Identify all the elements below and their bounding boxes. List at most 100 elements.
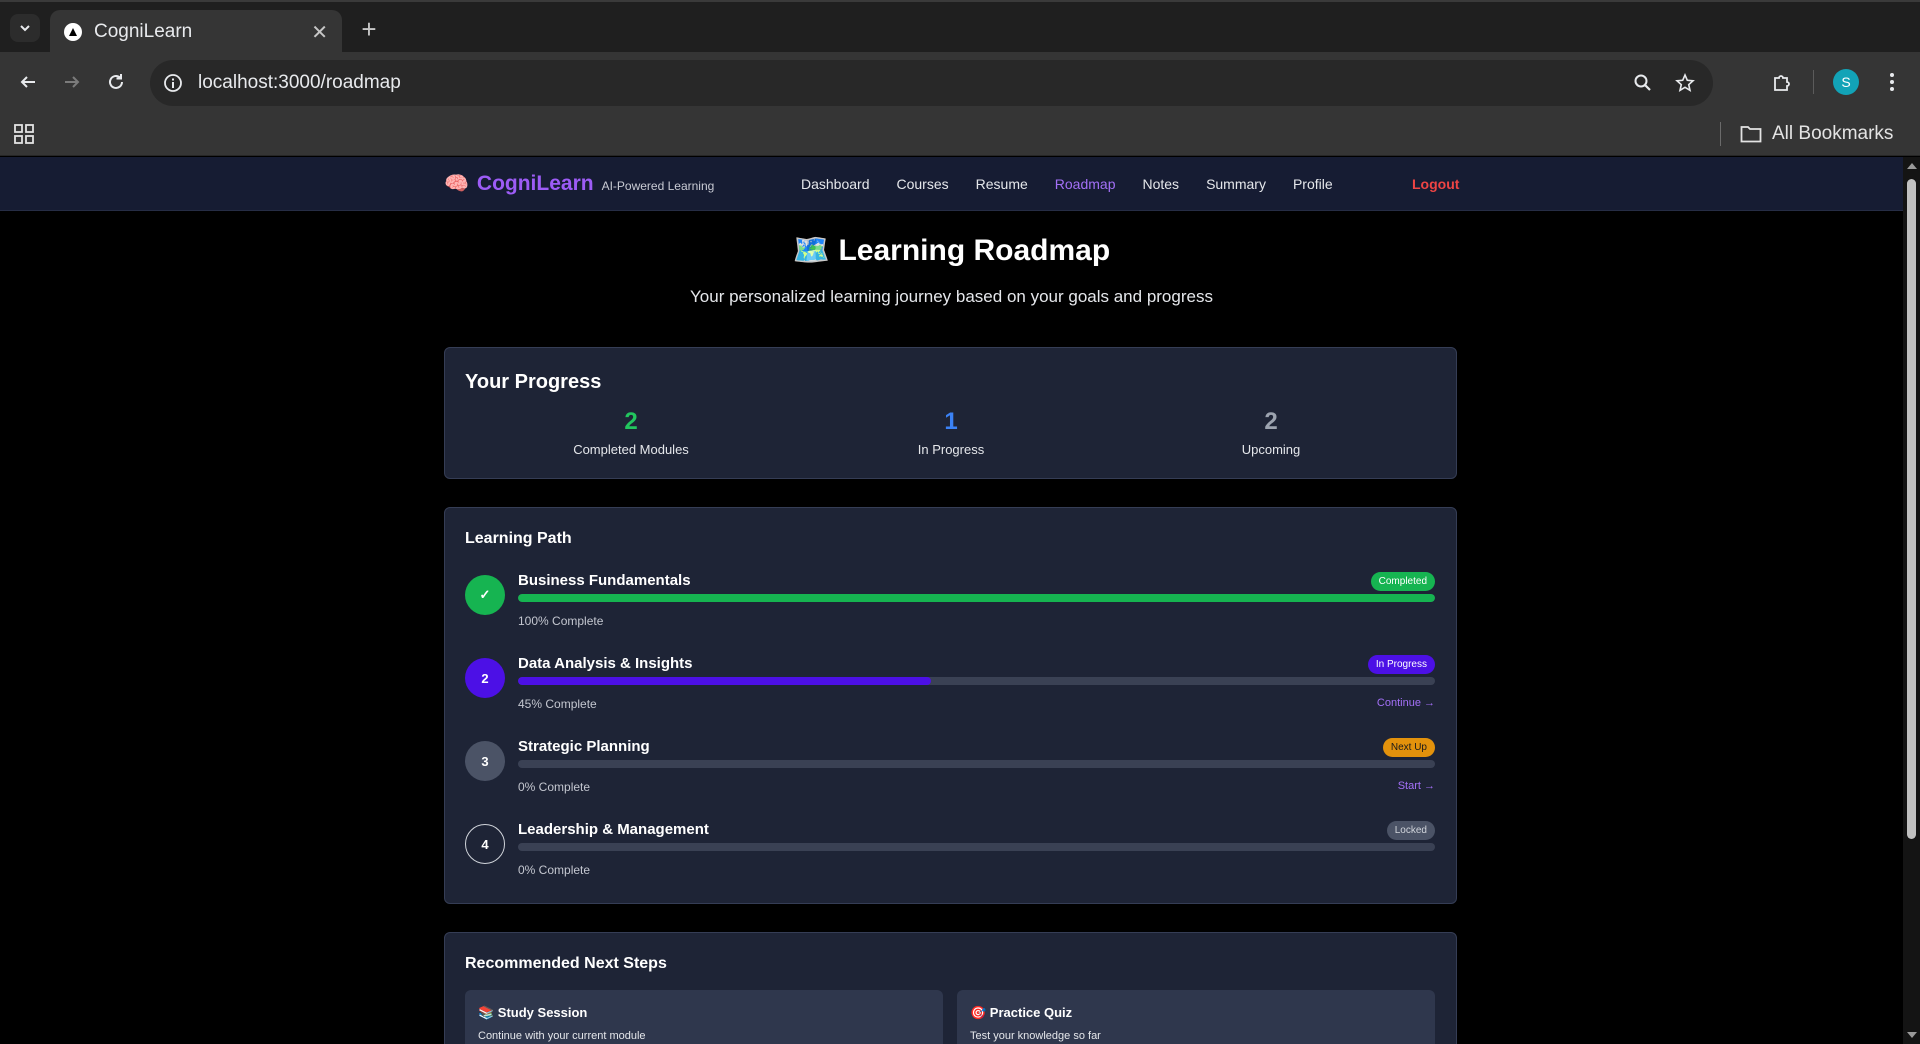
status-badge: Next Up [1382, 738, 1435, 757]
chevron-down-icon [20, 25, 30, 32]
scroll-thumb[interactable] [1907, 179, 1916, 839]
stat-label: Upcoming [1241, 442, 1301, 457]
nav-link-courses[interactable]: Courses [897, 176, 949, 192]
browser-tab[interactable]: CogniLearn ✕ [50, 10, 342, 54]
recommended-card: Recommended Next Steps 📚 Study Session C… [444, 932, 1457, 1044]
extensions-button[interactable] [1766, 66, 1798, 98]
tab-title: CogniLearn [94, 21, 193, 42]
recommendation-desc: Continue with your current module [478, 1030, 646, 1042]
nav-link-resume[interactable]: Resume [976, 176, 1028, 192]
status-badge: Completed [1370, 572, 1435, 591]
status-badge: In Progress [1367, 655, 1435, 674]
reload-button[interactable] [100, 66, 132, 98]
module-item[interactable]: 4 Leadership & Management Locked 0% Comp… [465, 821, 1435, 891]
logout-button[interactable]: Logout [1412, 176, 1459, 192]
page-scrollbar[interactable] [1903, 157, 1920, 1044]
step-number: 2 [465, 658, 505, 698]
recommendation-title: 🎯 Practice Quiz [970, 1005, 1073, 1020]
plus-icon: + [361, 13, 377, 44]
stat-value: 2 [1264, 408, 1278, 435]
recommendation-practice-quiz[interactable]: 🎯 Practice Quiz Test your knowledge so f… [957, 990, 1435, 1044]
module-item[interactable]: ✓ Business Fundamentals Completed 100% C… [465, 572, 1435, 642]
stat-value: 1 [944, 408, 958, 435]
module-item[interactable]: 3 Strategic Planning Next Up 0% Complete… [465, 738, 1435, 808]
recommendation-title: 📚 Study Session [478, 1005, 588, 1020]
progress-fill [518, 677, 931, 685]
stat-label: In Progress [917, 442, 985, 457]
page-title: 🗺️ Learning Roadmap [792, 234, 1111, 267]
stat-upcoming: 2 Upcoming [1106, 408, 1436, 457]
nav-link-dashboard[interactable]: Dashboard [801, 176, 870, 192]
browser-toolbar: localhost:3000/roadmap S [0, 52, 1920, 112]
progress-label: 45% Complete [518, 697, 597, 711]
progress-fill [518, 594, 1435, 602]
address-bar[interactable]: localhost:3000/roadmap [150, 60, 1713, 106]
brand-tagline: AI-Powered Learning [601, 179, 715, 193]
reload-icon [109, 74, 123, 89]
back-button[interactable] [12, 66, 44, 98]
recommendation-study-session[interactable]: 📚 Study Session Continue with your curre… [465, 990, 943, 1044]
star-icon[interactable] [1675, 73, 1695, 93]
profile-button[interactable]: S [1830, 66, 1862, 98]
bookmarks-divider [1720, 122, 1721, 146]
arrow-left-icon [20, 76, 35, 88]
page-viewport: 🧠 CogniLearn AI-Powered Learning Dashboa… [0, 157, 1920, 1044]
main-nav: Dashboard Courses Resume Roadmap Notes S… [801, 176, 1360, 192]
step-number: 4 [465, 824, 505, 864]
progress-card-title: Your Progress [465, 371, 602, 393]
check-icon: ✓ [465, 575, 505, 615]
folder-icon [1740, 126, 1762, 143]
module-item[interactable]: 2 Data Analysis & Insights In Progress 4… [465, 655, 1435, 725]
module-title: Business Fundamentals [518, 572, 691, 589]
browser-tab-strip: CogniLearn ✕ + [0, 0, 1920, 54]
nav-link-notes[interactable]: Notes [1142, 176, 1179, 192]
module-title: Data Analysis & Insights [518, 655, 693, 672]
step-number: 3 [465, 741, 505, 781]
new-tab-button[interactable]: + [352, 12, 386, 46]
favicon-icon [64, 23, 82, 41]
tab-search-button[interactable] [10, 14, 40, 42]
progress-bar [518, 594, 1435, 602]
browser-menu-button[interactable] [1876, 66, 1908, 98]
continue-link[interactable]: Continue → [1377, 697, 1435, 709]
status-badge: Locked [1386, 821, 1435, 840]
start-link[interactable]: Start → [1398, 780, 1435, 792]
brain-icon: 🧠 [444, 173, 469, 195]
all-bookmarks-label: All Bookmarks [1772, 123, 1894, 144]
progress-bar [518, 677, 1435, 685]
zoom-icon[interactable] [1633, 73, 1653, 93]
scroll-up-arrow-icon[interactable] [1907, 163, 1917, 169]
avatar: S [1833, 69, 1859, 95]
progress-bar [518, 760, 1435, 768]
close-icon[interactable]: ✕ [311, 20, 328, 45]
learning-path-card: Learning Path ✓ Business Fundamentals Co… [444, 507, 1457, 904]
scroll-down-arrow-icon[interactable] [1907, 1032, 1917, 1038]
recommendation-desc: Test your knowledge so far [970, 1030, 1101, 1042]
apps-grid-icon[interactable] [12, 122, 36, 146]
progress-label: 0% Complete [518, 780, 591, 794]
brand-name: CogniLearn [476, 172, 594, 195]
nav-link-roadmap[interactable]: Roadmap [1055, 176, 1116, 192]
progress-label: 100% Complete [518, 614, 604, 628]
progress-label: 0% Complete [518, 863, 591, 877]
stat-in-progress: 1 In Progress [786, 408, 1116, 457]
puzzle-icon [1774, 75, 1790, 91]
url-text[interactable]: localhost:3000/roadmap [198, 72, 1633, 94]
stat-value: 2 [624, 408, 638, 435]
progress-bar [518, 843, 1435, 851]
nav-link-profile[interactable]: Profile [1293, 176, 1333, 192]
page-subtitle: Your personalized learning journey based… [690, 287, 1213, 306]
stat-label: Completed Modules [573, 442, 689, 457]
brand-logo[interactable]: 🧠 CogniLearn AI-Powered Learning [444, 171, 714, 196]
kebab-menu-icon [1890, 73, 1894, 91]
stat-completed: 2 Completed Modules [466, 408, 796, 457]
all-bookmarks-button[interactable]: All Bookmarks [1740, 120, 1893, 148]
nav-link-summary[interactable]: Summary [1206, 176, 1266, 192]
module-title: Leadership & Management [518, 821, 709, 838]
forward-button[interactable] [56, 66, 88, 98]
module-title: Strategic Planning [518, 738, 650, 755]
toolbar-divider [1813, 70, 1814, 94]
bookmarks-bar: All Bookmarks [0, 112, 1920, 156]
progress-card: Your Progress 2 Completed Modules 1 In P… [444, 347, 1457, 479]
site-info-icon[interactable] [162, 72, 184, 94]
